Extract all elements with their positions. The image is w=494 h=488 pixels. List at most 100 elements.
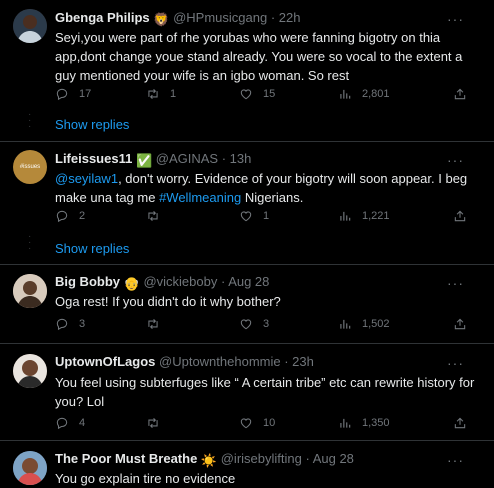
- author-handle[interactable]: @irisebylifting: [221, 451, 302, 466]
- share-button[interactable]: [453, 87, 467, 104]
- retweet-button[interactable]: [146, 416, 170, 430]
- retweet-count: 1: [170, 88, 177, 100]
- check-emoji-icon: ✅: [135, 153, 153, 168]
- thread-dots: · · ·: [28, 109, 32, 132]
- heart-icon: [239, 87, 253, 101]
- like-count: 15: [263, 88, 276, 100]
- view-count: 2,801: [362, 88, 390, 100]
- more-options-icon[interactable]: ···: [447, 12, 464, 26]
- views-icon: [338, 416, 352, 430]
- heart-icon: [239, 317, 253, 331]
- retweet-button[interactable]: 1: [146, 87, 176, 101]
- views-icon: [338, 87, 352, 101]
- reply-count: 2: [79, 210, 86, 222]
- view-count: 1,350: [362, 417, 390, 429]
- share-button[interactable]: [453, 317, 467, 334]
- retweet-icon: [146, 416, 160, 430]
- views-icon: [338, 317, 352, 331]
- retweet-button[interactable]: [146, 317, 170, 331]
- tweet-time[interactable]: · 22h: [271, 10, 301, 25]
- author-handle[interactable]: @vickieboby: [143, 274, 217, 289]
- tweet[interactable]: Big Bobby 👴 @vickieboby · Aug 28 ··· Oga…: [0, 265, 494, 343]
- reply-icon: [55, 209, 69, 223]
- tweet-time[interactable]: · Aug 28: [221, 274, 269, 289]
- like-button[interactable]: 1: [239, 209, 269, 223]
- like-count: 3: [263, 318, 270, 330]
- like-count: 1: [263, 210, 270, 222]
- retweet-icon: [146, 87, 160, 101]
- tweet-time[interactable]: · 13h: [222, 151, 252, 166]
- author-handle[interactable]: @AGINAS: [156, 151, 218, 166]
- old-man-emoji-icon: 👴: [123, 276, 140, 291]
- avatar-label: #issues: [19, 164, 41, 170]
- avatar[interactable]: [13, 354, 47, 388]
- views-button[interactable]: 2,801: [338, 87, 390, 101]
- avatar[interactable]: #issues: [13, 150, 47, 184]
- like-button[interactable]: 10: [239, 416, 275, 430]
- more-options-icon[interactable]: ···: [447, 356, 464, 370]
- share-icon: [453, 416, 467, 430]
- views-icon: [338, 209, 352, 223]
- reply-count: 4: [79, 417, 86, 429]
- retweet-icon: [146, 317, 160, 331]
- like-count: 10: [263, 417, 276, 429]
- author-name[interactable]: Gbenga Philips: [55, 10, 150, 25]
- mention-link[interactable]: @seyilaw1: [55, 171, 118, 186]
- tweet[interactable]: Gbenga Philips 🦁 @HPmusicgang · 22h ··· …: [0, 0, 494, 145]
- reply-icon: [55, 317, 69, 331]
- tweet-text-end: Nigerians.: [241, 190, 304, 205]
- tweet[interactable]: The Poor Must Breathe ☀️ @irisebylifting…: [0, 441, 494, 487]
- more-options-icon[interactable]: ···: [447, 276, 464, 290]
- author-name[interactable]: Big Bobby: [55, 274, 120, 289]
- avatar[interactable]: [13, 274, 47, 308]
- sun-emoji-icon: ☀️: [200, 453, 218, 468]
- tweet-text: Oga rest! If you didn't do it why bother…: [55, 294, 281, 309]
- view-count: 1,221: [362, 210, 390, 222]
- like-button[interactable]: 3: [239, 317, 269, 331]
- tweet[interactable]: UptownOfLagos @Uptownthehommie · 23h ···…: [0, 344, 494, 440]
- avatar[interactable]: [13, 451, 47, 485]
- more-options-icon[interactable]: ···: [447, 153, 464, 167]
- author-name[interactable]: The Poor Must Breathe: [55, 451, 197, 466]
- views-button[interactable]: 1,502: [338, 317, 390, 331]
- tweet-text: You feel using subterfuges like “ A cert…: [55, 375, 475, 409]
- share-button[interactable]: [453, 416, 467, 433]
- view-count: 1,502: [362, 318, 390, 330]
- retweet-icon: [146, 209, 160, 223]
- author-handle[interactable]: @HPmusicgang: [173, 10, 267, 25]
- heart-icon: [239, 416, 253, 430]
- tweet-text: Seyi,you were part of rhe yorubas who we…: [55, 30, 463, 83]
- avatar[interactable]: [13, 9, 47, 43]
- share-icon: [453, 87, 467, 101]
- author-handle[interactable]: @Uptownthehommie: [159, 354, 281, 369]
- lion-emoji-icon: 🦁: [153, 12, 170, 27]
- like-button[interactable]: 15: [239, 87, 275, 101]
- tweet[interactable]: #issues Lifeissues11 ✅ @AGINAS · 13h ···…: [0, 142, 494, 267]
- reply-button[interactable]: 3: [55, 317, 85, 331]
- share-icon: [453, 209, 467, 223]
- tweet-text: @seyilaw1, don't worry. Evidence of your…: [55, 169, 485, 207]
- show-replies-link[interactable]: Show replies: [55, 117, 129, 132]
- heart-icon: [239, 209, 253, 223]
- reply-count: 3: [79, 318, 86, 330]
- show-replies-link[interactable]: Show replies: [55, 241, 129, 256]
- views-button[interactable]: 1,221: [338, 209, 390, 223]
- views-button[interactable]: 1,350: [338, 416, 390, 430]
- retweet-button[interactable]: [146, 209, 170, 223]
- author-name[interactable]: UptownOfLagos: [55, 354, 155, 369]
- tweet-text: You go explain tire no evidence: [55, 471, 236, 486]
- reply-icon: [55, 416, 69, 430]
- reply-button[interactable]: 17: [55, 87, 91, 101]
- share-icon: [453, 317, 467, 331]
- author-name[interactable]: Lifeissues11: [55, 151, 132, 166]
- more-options-icon[interactable]: ···: [447, 453, 464, 467]
- hashtag-link[interactable]: #Wellmeaning: [159, 190, 241, 205]
- reply-count: 17: [79, 88, 92, 100]
- share-button[interactable]: [453, 209, 467, 226]
- tweet-time[interactable]: · Aug 28: [305, 451, 353, 466]
- reply-icon: [55, 87, 69, 101]
- thread-dots: · · ·: [28, 231, 32, 254]
- reply-button[interactable]: 2: [55, 209, 85, 223]
- reply-button[interactable]: 4: [55, 416, 85, 430]
- tweet-time[interactable]: · 23h: [284, 354, 314, 369]
